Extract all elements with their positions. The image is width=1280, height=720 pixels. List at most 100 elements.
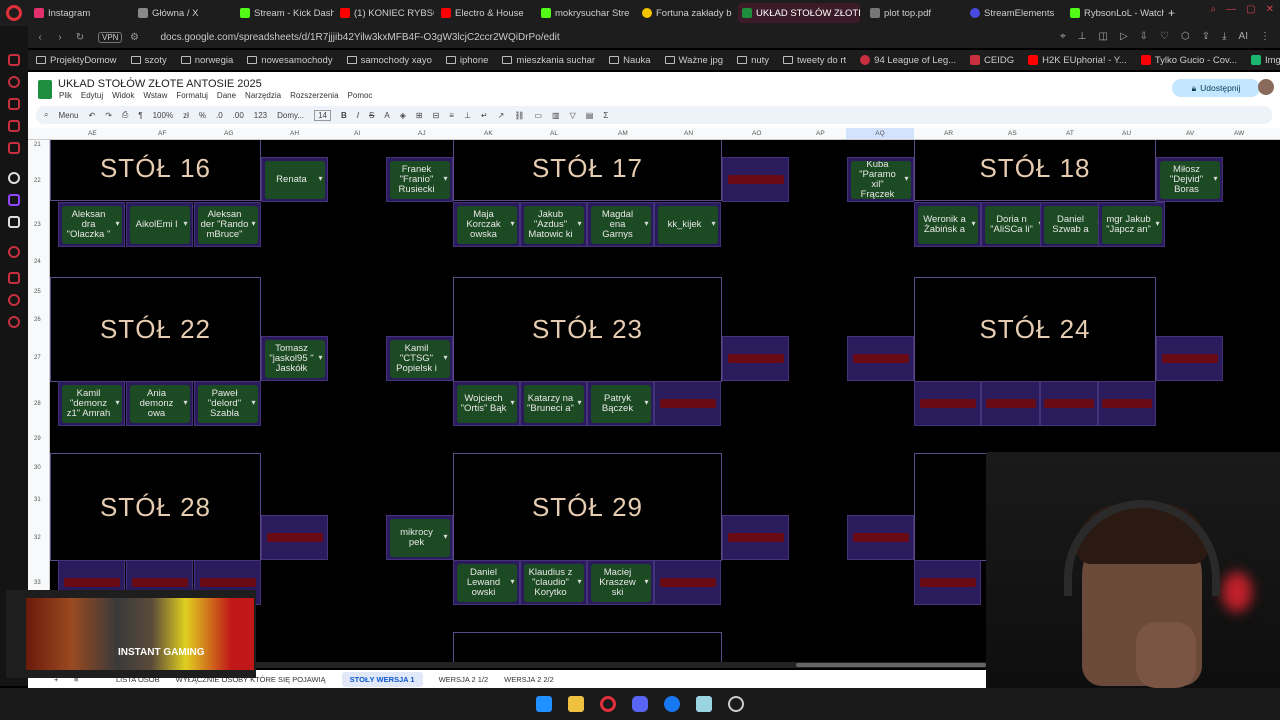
tab-kick-rybson[interactable]: RybsonLoL - Watch (1066, 3, 1164, 23)
vpn-badge[interactable]: VPN (98, 31, 123, 43)
row-header[interactable]: 26 (34, 317, 41, 323)
bookmark-item[interactable]: norwegia (180, 55, 233, 66)
column-header-selected[interactable]: AQ (846, 128, 914, 139)
column-header[interactable]: AL (550, 130, 558, 137)
column-header[interactable]: AG (224, 130, 233, 137)
maximize-icon[interactable]: ▢ (1246, 4, 1255, 15)
tab-x[interactable]: Główna / X (134, 3, 232, 23)
search-menu-icon[interactable]: ⌕ (44, 110, 48, 120)
sidebar-x-icon[interactable] (8, 216, 20, 228)
row-header[interactable]: 23 (34, 222, 41, 228)
sheet-tab-stoly-wersja-1[interactable]: STOŁY WERSJA 1 (341, 671, 423, 687)
wrap-icon[interactable]: ↵ (481, 111, 488, 120)
row-header[interactable]: 33 (34, 580, 41, 586)
sheet-tab-wersja-2-1[interactable]: WERSJA 2 1/2 (439, 675, 489, 684)
guest-dropdown[interactable]: AikolEmi l (129, 205, 190, 244)
seat[interactable]: Jakub "Azdus" Matowic ki (520, 202, 587, 247)
menu-file[interactable]: Plik (59, 91, 72, 100)
facebook-icon[interactable] (664, 696, 680, 712)
guest-dropdown[interactable]: kk_kijek (657, 205, 718, 244)
link-icon[interactable]: ⛓ (514, 111, 524, 120)
bookmark-item[interactable]: mieszkania suchar (502, 55, 595, 66)
guest-dropdown[interactable]: Paweł "delord" Szabla (197, 384, 258, 423)
table-23[interactable]: STÓŁ 23 (453, 277, 722, 382)
seat[interactable]: Magdal ena Garnys (587, 202, 654, 247)
column-header[interactable]: AU (1122, 130, 1131, 137)
functions-icon[interactable]: Σ (603, 111, 608, 120)
tab-google-sheets[interactable]: UKŁAD STOŁÓW ZŁOTE A (738, 3, 860, 23)
seat[interactable]: Maciej Kraszew ski (587, 560, 654, 605)
seat[interactable]: kk_kijek (654, 202, 721, 247)
search-tabs-icon[interactable]: ⌕ (1211, 4, 1217, 15)
sheet-tab-wersja-2-2[interactable]: WERSJA 2 2/2 (504, 675, 554, 684)
seat-empty[interactable] (654, 560, 721, 605)
bookmark-item[interactable]: szoty (130, 55, 167, 66)
guest-dropdown[interactable]: Doria n "AliSCa li" (984, 205, 1045, 244)
table-18[interactable]: STÓŁ 18 (914, 140, 1156, 201)
seat[interactable]: Kamil "CTSG" Popielsk i (386, 336, 453, 381)
google-sheets-logo-icon[interactable] (38, 80, 52, 99)
sidebar-ai-icon[interactable] (8, 54, 20, 66)
seat[interactable]: mgr Jakub "Japcz an" (1098, 202, 1165, 247)
rotate-icon[interactable]: ↗ (498, 111, 505, 120)
seat[interactable]: Kuba "Paramo xil" Frączek (847, 157, 914, 202)
guest-dropdown[interactable]: Kamil "demonz z1" Amrah (61, 384, 122, 423)
seat-empty[interactable] (722, 515, 789, 560)
row-header[interactable]: 31 (34, 497, 41, 503)
discord-icon[interactable] (632, 696, 648, 712)
column-header[interactable]: AP (816, 130, 825, 137)
share-button[interactable]: 🔒︎ Udostępnij (1172, 79, 1260, 97)
bookmark-item[interactable]: Nauka (609, 55, 651, 66)
notepad-icon[interactable] (696, 696, 712, 712)
seat-empty[interactable] (847, 515, 914, 560)
column-header[interactable]: AS (1008, 130, 1017, 137)
seat[interactable]: Maja Korczak owska (453, 202, 520, 247)
paint-format-icon[interactable]: ¶ (138, 111, 142, 120)
seat-empty[interactable] (914, 560, 981, 605)
play-icon[interactable]: ▷ (1120, 31, 1128, 42)
table-24[interactable]: STÓŁ 24 (914, 277, 1156, 382)
obs-icon[interactable] (728, 696, 744, 712)
seat-empty[interactable] (261, 515, 328, 560)
seat[interactable]: Paweł "delord" Szabla (194, 381, 261, 426)
guest-dropdown[interactable]: Kamil "CTSG" Popielsk i (389, 339, 450, 378)
bookmark-item[interactable]: ProjektyDomow (36, 55, 117, 66)
menu-tools[interactable]: Narzędzia (245, 91, 281, 100)
seat[interactable]: Aleksan dra "Olaczka " (58, 202, 125, 247)
seat[interactable]: Ania demonz owa (126, 381, 193, 426)
bookmark-item[interactable]: iphone (445, 55, 488, 66)
seat[interactable]: Miłosz "Dejvid" Boras (1156, 157, 1223, 202)
column-header[interactable]: AI (354, 130, 360, 137)
pin-icon[interactable]: ⊥ (1078, 31, 1087, 42)
menu-insert[interactable]: Wstaw (143, 91, 167, 100)
bookmark-item[interactable]: Tylko Gucio - Cov... (1140, 55, 1237, 66)
seat[interactable]: Kamil "demonz z1" Amrah (58, 381, 125, 426)
column-header[interactable]: AN (684, 130, 693, 137)
row-header[interactable]: 32 (34, 535, 41, 541)
column-header[interactable]: AV (1186, 130, 1194, 137)
percent-format[interactable]: % (199, 111, 206, 120)
seat-empty[interactable] (1040, 381, 1098, 426)
italic-icon[interactable]: I (357, 111, 359, 120)
guest-dropdown[interactable]: Daniel Szwab a (1043, 205, 1104, 244)
currency-format[interactable]: zł (183, 111, 189, 120)
bookmark-item[interactable]: tweety do rt (783, 55, 846, 66)
tab-kick-dashboard[interactable]: Stream - Kick Dash (236, 3, 334, 23)
filter-icon[interactable]: ▽ (570, 111, 576, 120)
sidebar-messenger-icon[interactable] (8, 120, 20, 132)
heart-icon[interactable]: ♡ (1160, 31, 1169, 42)
bookmark-item[interactable]: nowesamochody (247, 55, 333, 66)
table-28[interactable]: STÓŁ 28 (50, 453, 261, 561)
tab-youtube-koniec[interactable]: (1) KONIEC RYBSO (336, 3, 434, 23)
guest-dropdown[interactable]: Aleksan der "Rando mBruce" (197, 205, 258, 244)
row-header[interactable]: 25 (34, 289, 41, 295)
tab-youtube-electro[interactable]: Electro & House (437, 3, 535, 23)
bookmark-item[interactable]: Imgur: The most a... (1251, 55, 1280, 66)
menu-view[interactable]: Widok (112, 91, 134, 100)
number-format[interactable]: 123 (254, 111, 267, 120)
guest-dropdown[interactable]: Jakub "Azdus" Matowic ki (523, 205, 584, 244)
chart-icon[interactable]: ▥ (552, 111, 560, 120)
sidebar-pin-icon[interactable] (8, 294, 20, 306)
comment-icon[interactable]: ▭ (534, 111, 542, 120)
bold-icon[interactable]: B (341, 111, 347, 120)
